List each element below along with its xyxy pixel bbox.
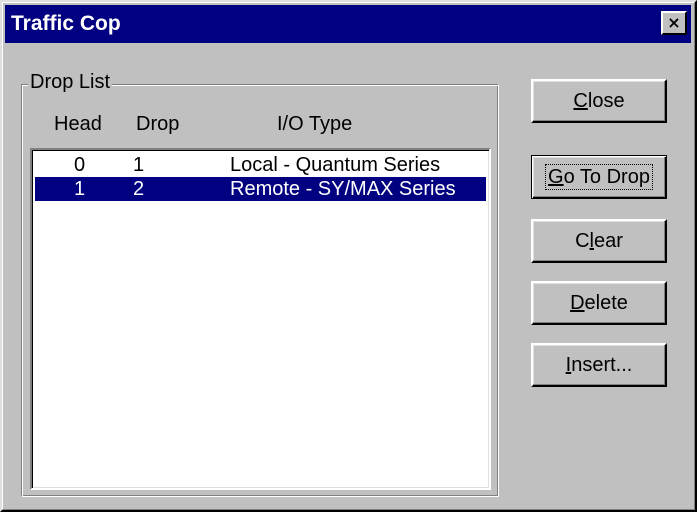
- insert-button[interactable]: Insert...: [531, 343, 667, 387]
- cell-head: 1: [74, 178, 86, 200]
- insert-label: nsert...: [571, 354, 633, 376]
- delete-button[interactable]: Delete: [531, 281, 667, 325]
- focus-rect: Go To Drop: [545, 164, 653, 190]
- go-to-drop-mnemonic: G: [548, 166, 564, 188]
- cell-drop: 1: [133, 154, 145, 176]
- traffic-cop-dialog: Traffic Cop × Drop List Head Drop I/O Ty…: [0, 0, 697, 512]
- clear-button[interactable]: Clear: [531, 219, 667, 263]
- close-button[interactable]: Close: [531, 79, 667, 123]
- window-title: Traffic Cop: [11, 12, 121, 35]
- close-mnemonic: C: [573, 90, 588, 112]
- list-item-selected[interactable]: 1 2 Remote - SY/MAX Series: [35, 177, 486, 201]
- column-header-head: Head: [54, 113, 102, 135]
- cell-head: 0: [74, 154, 86, 176]
- column-header-io-type: I/O Type: [277, 113, 353, 135]
- clear-label: ear: [594, 230, 623, 252]
- drop-list[interactable]: 0 1 Local - Quantum Series 1 2 Remote - …: [30, 148, 491, 490]
- delete-mnemonic: D: [570, 292, 585, 314]
- column-header-drop: Drop: [136, 113, 180, 135]
- title-bar[interactable]: Traffic Cop ×: [5, 5, 691, 43]
- go-to-drop-button[interactable]: Go To Drop: [531, 155, 667, 199]
- close-label: lose: [587, 90, 625, 112]
- close-icon[interactable]: ×: [661, 11, 687, 35]
- cell-io-type: Remote - SY/MAX Series: [230, 178, 456, 200]
- drop-list-label: Drop List: [28, 70, 113, 94]
- delete-label: elete: [584, 292, 628, 314]
- cell-io-type: Local - Quantum Series: [230, 154, 441, 176]
- go-to-drop-label: o To Drop: [563, 166, 650, 188]
- cell-drop: 2: [133, 178, 145, 200]
- clear-label-pre: C: [575, 230, 590, 252]
- list-item[interactable]: 0 1 Local - Quantum Series: [35, 153, 486, 177]
